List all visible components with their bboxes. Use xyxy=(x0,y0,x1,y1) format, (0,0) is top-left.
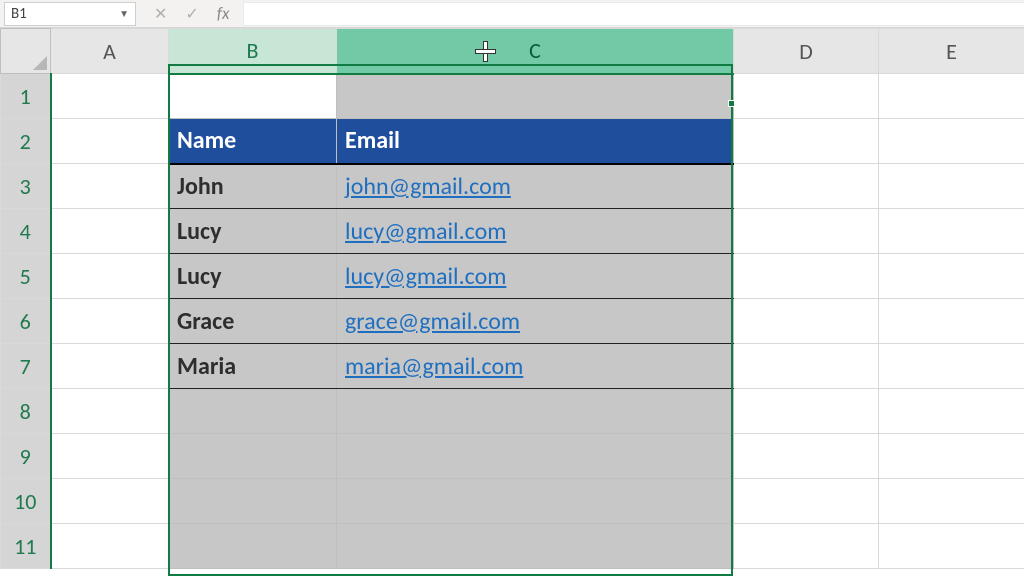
cell-e1[interactable] xyxy=(879,74,1024,119)
row-2: 2 Name Email xyxy=(1,119,1024,164)
name-box-value: B1 xyxy=(11,5,27,23)
cell-c2[interactable]: Email xyxy=(337,119,734,164)
row-header-5[interactable]: 5 xyxy=(1,254,51,299)
cell-e2[interactable] xyxy=(879,119,1024,164)
cell-a11[interactable] xyxy=(51,524,169,569)
cell-a5[interactable] xyxy=(51,254,169,299)
formula-tools: ✕ ✓ fx xyxy=(140,3,243,24)
cell-d9[interactable] xyxy=(734,434,879,479)
row-header-3[interactable]: 3 xyxy=(1,164,51,209)
cell-e11[interactable] xyxy=(879,524,1024,569)
cell-c7[interactable]: maria@gmail.com xyxy=(337,344,734,389)
row-header-8[interactable]: 8 xyxy=(1,389,51,434)
grid-table: A B C D E 1 2 Name Email xyxy=(0,28,1024,569)
cell-e10[interactable] xyxy=(879,479,1024,524)
cell-e4[interactable] xyxy=(879,209,1024,254)
chevron-down-icon[interactable]: ▼ xyxy=(119,7,129,20)
cell-e7[interactable] xyxy=(879,344,1024,389)
cell-b3[interactable]: John xyxy=(169,164,337,209)
cell-c10[interactable] xyxy=(337,479,734,524)
select-all-corner[interactable] xyxy=(1,29,51,74)
confirm-icon[interactable]: ✓ xyxy=(185,4,198,24)
cell-d6[interactable] xyxy=(734,299,879,344)
col-header-a[interactable]: A xyxy=(51,29,169,74)
cell-d5[interactable] xyxy=(734,254,879,299)
row-header-6[interactable]: 6 xyxy=(1,299,51,344)
cursor-icon xyxy=(475,41,495,61)
row-7: 7 Maria maria@gmail.com xyxy=(1,344,1024,389)
cell-b8[interactable] xyxy=(169,389,337,434)
cell-b2[interactable]: Name xyxy=(169,119,337,164)
cell-e8[interactable] xyxy=(879,389,1024,434)
cell-c8[interactable] xyxy=(337,389,734,434)
cell-a4[interactable] xyxy=(51,209,169,254)
cell-b10[interactable] xyxy=(169,479,337,524)
col-header-c-label: C xyxy=(529,37,541,64)
cell-c11[interactable] xyxy=(337,524,734,569)
cell-d2[interactable] xyxy=(734,119,879,164)
cell-d7[interactable] xyxy=(734,344,879,389)
row-4: 4 Lucy lucy@gmail.com xyxy=(1,209,1024,254)
cancel-icon[interactable]: ✕ xyxy=(154,4,167,24)
row-header-9[interactable]: 9 xyxy=(1,434,51,479)
cell-d1[interactable] xyxy=(734,74,879,119)
cell-b11[interactable] xyxy=(169,524,337,569)
fx-icon[interactable]: fx xyxy=(217,3,230,24)
cell-c4[interactable]: lucy@gmail.com xyxy=(337,209,734,254)
row-header-11[interactable]: 11 xyxy=(1,524,51,569)
cell-a2[interactable] xyxy=(51,119,169,164)
col-header-b[interactable]: B xyxy=(169,29,337,74)
row-header-10[interactable]: 10 xyxy=(1,479,51,524)
cell-d10[interactable] xyxy=(734,479,879,524)
col-header-e[interactable]: E xyxy=(879,29,1024,74)
cell-b1[interactable] xyxy=(169,74,337,119)
col-header-c[interactable]: C xyxy=(337,29,734,74)
cell-e3[interactable] xyxy=(879,164,1024,209)
formula-bar: B1 ▼ ✕ ✓ fx xyxy=(0,0,1024,28)
col-header-d[interactable]: D xyxy=(734,29,879,74)
name-box[interactable]: B1 ▼ xyxy=(4,2,136,26)
cell-b6[interactable]: Grace xyxy=(169,299,337,344)
cell-a1[interactable] xyxy=(51,74,169,119)
spreadsheet-grid: A B C D E 1 2 Name Email xyxy=(0,28,1024,569)
formula-input[interactable] xyxy=(243,2,1024,26)
row-header-2[interactable]: 2 xyxy=(1,119,51,164)
cell-c5[interactable]: lucy@gmail.com xyxy=(337,254,734,299)
row-5: 5 Lucy lucy@gmail.com xyxy=(1,254,1024,299)
cell-b7[interactable]: Maria xyxy=(169,344,337,389)
cell-d11[interactable] xyxy=(734,524,879,569)
cell-a9[interactable] xyxy=(51,434,169,479)
cell-b5[interactable]: Lucy xyxy=(169,254,337,299)
cell-c1[interactable] xyxy=(337,74,734,119)
row-header-4[interactable]: 4 xyxy=(1,209,51,254)
cell-d3[interactable] xyxy=(734,164,879,209)
cell-e9[interactable] xyxy=(879,434,1024,479)
cell-d4[interactable] xyxy=(734,209,879,254)
cell-a7[interactable] xyxy=(51,344,169,389)
cell-e5[interactable] xyxy=(879,254,1024,299)
cell-a6[interactable] xyxy=(51,299,169,344)
cell-e6[interactable] xyxy=(879,299,1024,344)
column-header-row: A B C D E xyxy=(1,29,1024,74)
row-1: 1 xyxy=(1,74,1024,119)
cell-a8[interactable] xyxy=(51,389,169,434)
row-3: 3 John john@gmail.com xyxy=(1,164,1024,209)
cell-a3[interactable] xyxy=(51,164,169,209)
cell-c3[interactable]: john@gmail.com xyxy=(337,164,734,209)
row-10: 10 xyxy=(1,479,1024,524)
row-header-7[interactable]: 7 xyxy=(1,344,51,389)
cell-a10[interactable] xyxy=(51,479,169,524)
cell-d8[interactable] xyxy=(734,389,879,434)
row-header-1[interactable]: 1 xyxy=(1,74,51,119)
cell-c9[interactable] xyxy=(337,434,734,479)
row-6: 6 Grace grace@gmail.com xyxy=(1,299,1024,344)
cell-b9[interactable] xyxy=(169,434,337,479)
row-11: 11 xyxy=(1,524,1024,569)
row-9: 9 xyxy=(1,434,1024,479)
row-8: 8 xyxy=(1,389,1024,434)
cell-b4[interactable]: Lucy xyxy=(169,209,337,254)
cell-c6[interactable]: grace@gmail.com xyxy=(337,299,734,344)
